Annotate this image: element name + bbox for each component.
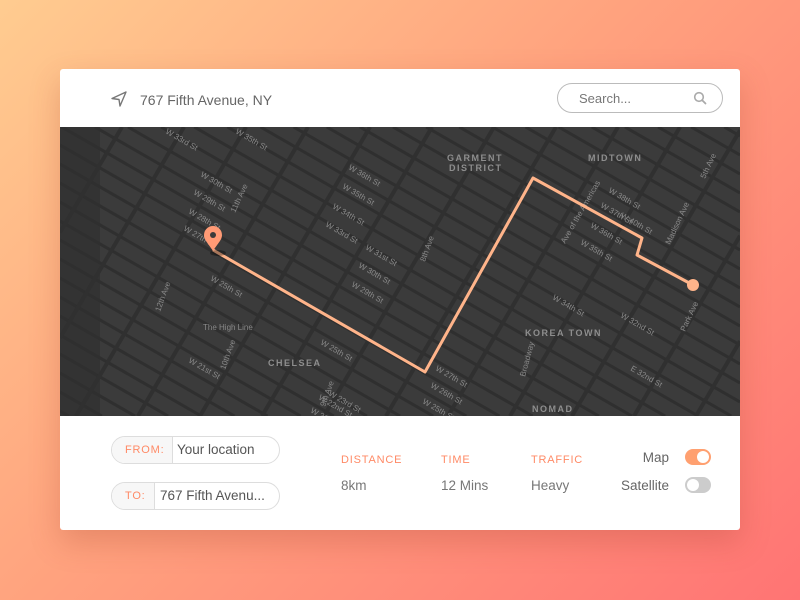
to-value[interactable]: 767 Fifth Avenu... [160, 483, 265, 509]
destination-marker[interactable] [687, 279, 699, 291]
time-value: 12 Mins [441, 478, 489, 493]
district-label: MIDTOWN [588, 153, 642, 163]
map-toggle[interactable] [685, 449, 711, 465]
search-placeholder: Search... [579, 91, 632, 106]
satellite-toggle[interactable] [685, 477, 711, 493]
distance-label: DISTANCE [341, 454, 403, 466]
to-label: TO: [112, 483, 155, 509]
search-icon[interactable] [693, 91, 707, 105]
satellite-toggle-label: Satellite [620, 478, 669, 493]
district-label: NOMAD [532, 404, 574, 414]
toggle-knob [687, 479, 699, 491]
district-label: CHELSEA [268, 358, 322, 368]
from-label: FROM: [112, 437, 174, 463]
traffic-value: Heavy [531, 478, 570, 493]
time-label: TIME [441, 454, 471, 466]
map-toggle-label: Map [642, 450, 669, 465]
map-card: 767 Fifth Avenue, NY Search... GARMENT DI… [60, 69, 740, 530]
toggle-knob [697, 451, 709, 463]
header: 767 Fifth Avenue, NY Search... [60, 69, 740, 127]
search-input[interactable]: Search... [557, 83, 723, 113]
district-label: DISTRICT [449, 163, 503, 173]
to-field[interactable]: TO: 767 Fifth Avenu... [111, 482, 280, 510]
district-label: GARMENT [447, 153, 503, 163]
distance-value: 8km [341, 478, 367, 493]
street-label: The High Line [203, 323, 253, 332]
from-value[interactable]: Your location [177, 437, 255, 463]
map-view[interactable]: GARMENT DISTRICT MIDTOWN KOREA TOWN CHELSEA N… [60, 127, 740, 416]
navigation-arrow-icon [111, 91, 127, 107]
current-location: 767 Fifth Avenue, NY [140, 92, 273, 108]
traffic-label: TRAFFIC [531, 454, 584, 466]
from-field[interactable]: FROM: Your location [111, 436, 280, 464]
district-label: KOREA TOWN [525, 328, 602, 338]
